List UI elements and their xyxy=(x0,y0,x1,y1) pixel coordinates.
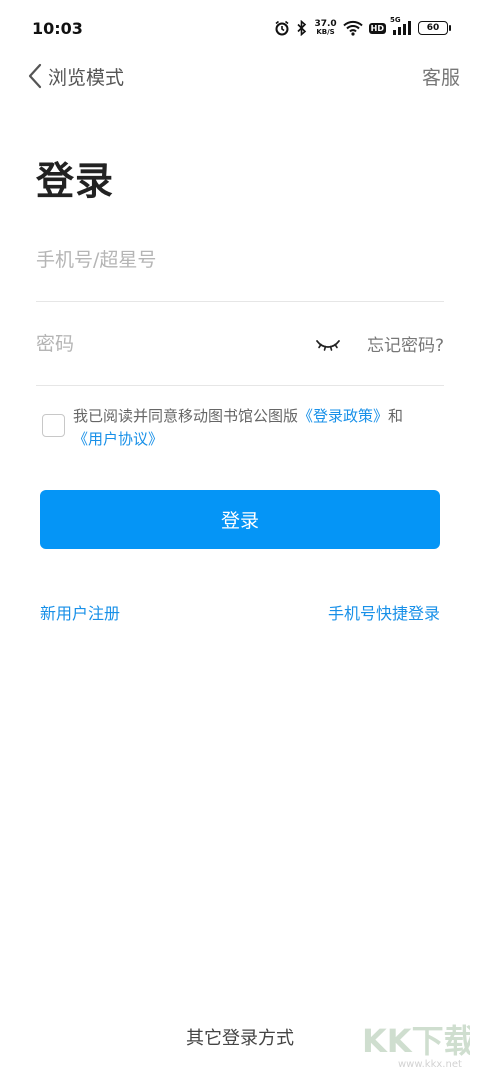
hd-badge: HD xyxy=(368,22,386,34)
agreement-checkbox[interactable] xyxy=(42,414,65,437)
wifi-icon xyxy=(342,20,363,36)
chevron-left-icon xyxy=(28,63,42,89)
back-label: 浏览模式 xyxy=(48,66,125,89)
phone-quick-login-link[interactable]: 手机号快捷登录 xyxy=(328,600,440,624)
back-button[interactable]: 浏览模式 xyxy=(28,63,124,90)
svg-text:KK下载: KK下载 xyxy=(362,1022,470,1060)
register-link[interactable]: 新用户注册 xyxy=(40,600,120,624)
page-title: 登录 xyxy=(36,159,115,203)
alarm-icon xyxy=(274,20,290,36)
svg-text:www.kkx.net: www.kkx.net xyxy=(398,1059,462,1070)
nav-bar: 浏览模式 客服 xyxy=(0,56,480,96)
agreement-text: 我已阅读并同意移动图书馆公图版《登录政策》和《用户协议》 xyxy=(73,405,403,451)
signal-icon: 5G xyxy=(390,16,412,36)
network-label: 5G xyxy=(390,16,401,24)
login-policy-link[interactable]: 《登录政策》 xyxy=(298,407,388,425)
phone-input[interactable] xyxy=(36,239,444,280)
phone-field xyxy=(36,218,444,302)
status-time: 10:03 xyxy=(32,18,83,38)
net-speed: 37.0 KB/S xyxy=(314,19,337,37)
agreement-prefix: 我已阅读并同意移动图书馆公图版 xyxy=(73,407,299,425)
password-input[interactable] xyxy=(36,323,315,364)
eye-closed-icon[interactable] xyxy=(315,334,341,354)
user-agreement-link[interactable]: 《用户协议》 xyxy=(73,430,163,448)
status-icons: 37.0 KB/S HD 5G 60 xyxy=(274,16,451,37)
customer-service-button[interactable]: 客服 xyxy=(422,63,460,90)
net-speed-value: 37.0 xyxy=(314,19,337,29)
battery-icon: 60 xyxy=(418,21,451,35)
status-bar: 10:03 37.0 KB/S HD 5G 60 xyxy=(0,0,480,56)
agreement-and: 和 xyxy=(388,407,404,425)
forgot-password-link[interactable]: 忘记密码? xyxy=(367,331,444,356)
watermark-logo: KK下载 www.kkx.net xyxy=(358,1018,476,1070)
bluetooth-icon xyxy=(296,20,308,36)
login-button[interactable]: 登录 xyxy=(40,490,440,549)
password-field: 忘记密码? xyxy=(36,302,444,386)
agreement: 我已阅读并同意移动图书馆公图版《登录政策》和《用户协议》 xyxy=(42,405,446,451)
net-speed-unit: KB/S xyxy=(316,28,335,36)
